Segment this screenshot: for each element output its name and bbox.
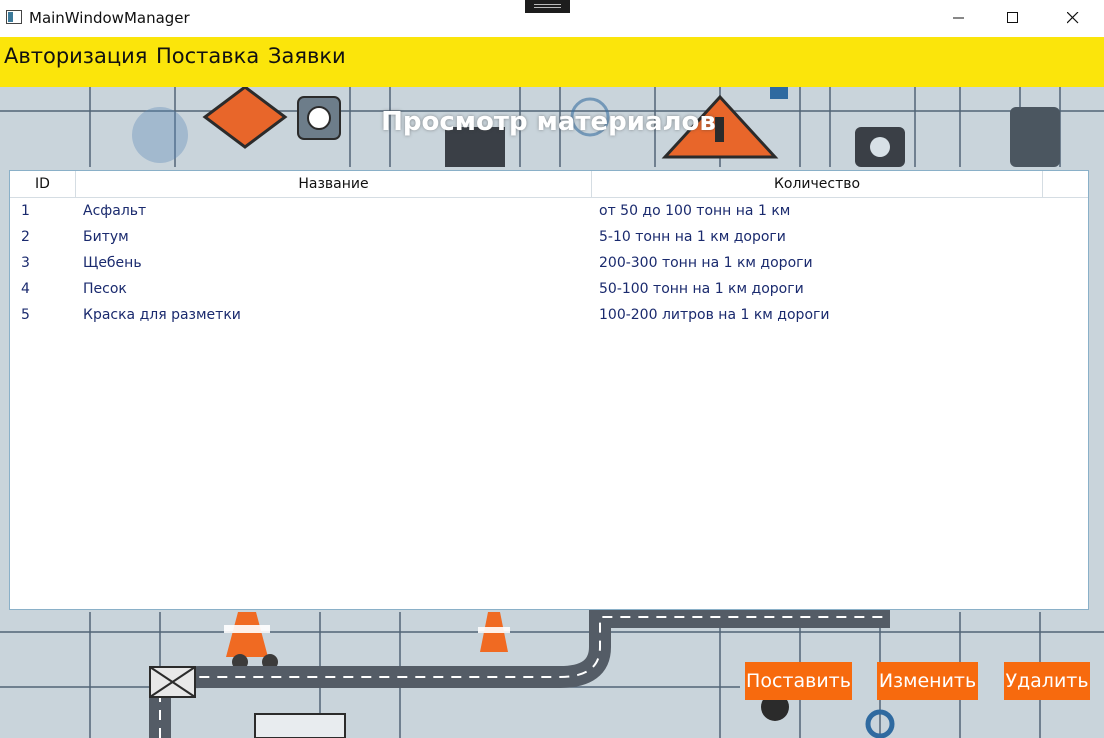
cell-quantity: от 50 до 100 тонн на 1 км — [599, 203, 791, 219]
drag-handle[interactable] — [525, 0, 570, 13]
table-body: 1 Асфальт от 50 до 100 тонн на 1 км 2 Би… — [10, 198, 1088, 328]
menu-item-supply[interactable]: Поставка — [156, 44, 259, 68]
cell-name: Щебень — [83, 255, 142, 271]
cell-quantity: 200-300 тонн на 1 км дороги — [599, 255, 813, 271]
menu-bar: Авторизация Поставка Заявки — [0, 37, 1104, 87]
supply-button[interactable]: Поставить — [745, 662, 852, 700]
cell-id: 2 — [21, 229, 30, 245]
table-header: ID Название Количество — [10, 171, 1088, 198]
column-header-name[interactable]: Название — [76, 171, 592, 198]
cell-id: 5 — [21, 307, 30, 323]
delete-button[interactable]: Удалить — [1004, 662, 1090, 700]
maximize-icon — [1007, 12, 1018, 23]
cell-id: 1 — [21, 203, 30, 219]
table-row[interactable]: 4 Песок 50-100 тонн на 1 км дороги — [10, 276, 1088, 302]
table-row[interactable]: 3 Щебень 200-300 тонн на 1 км дороги — [10, 250, 1088, 276]
table-row[interactable]: 1 Асфальт от 50 до 100 тонн на 1 км — [10, 198, 1088, 224]
table-row[interactable]: 2 Битум 5-10 тонн на 1 км дороги — [10, 224, 1088, 250]
menu-item-requests[interactable]: Заявки — [268, 44, 346, 68]
cell-id: 4 — [21, 281, 30, 297]
materials-table[interactable]: ID Название Количество 1 Асфальт от 50 д… — [9, 170, 1089, 610]
page-title: Просмотр материалов — [381, 107, 716, 137]
cell-name: Краска для разметки — [83, 307, 241, 323]
cell-quantity: 50-100 тонн на 1 км дороги — [599, 281, 804, 297]
window-title: MainWindowManager — [29, 9, 190, 27]
app-icon — [6, 10, 22, 24]
cell-quantity: 100-200 литров на 1 км дороги — [599, 307, 830, 323]
maximize-button[interactable] — [990, 0, 1036, 36]
table-row[interactable]: 5 Краска для разметки 100-200 литров на … — [10, 302, 1088, 328]
title-bar: MainWindowManager — [0, 0, 1104, 37]
cell-id: 3 — [21, 255, 30, 271]
cell-name: Асфальт — [83, 203, 147, 219]
edit-button[interactable]: Изменить — [877, 662, 978, 700]
menu-item-authorization[interactable]: Авторизация — [4, 44, 147, 68]
cell-name: Битум — [83, 229, 129, 245]
minimize-button[interactable] — [936, 0, 982, 36]
cell-name: Песок — [83, 281, 127, 297]
column-header-id[interactable]: ID — [10, 171, 76, 198]
minimize-icon — [953, 17, 964, 19]
close-button[interactable] — [1050, 0, 1096, 36]
cell-quantity: 5-10 тонн на 1 км дороги — [599, 229, 786, 245]
close-icon — [1067, 12, 1079, 24]
column-header-quantity[interactable]: Количество — [592, 171, 1043, 198]
